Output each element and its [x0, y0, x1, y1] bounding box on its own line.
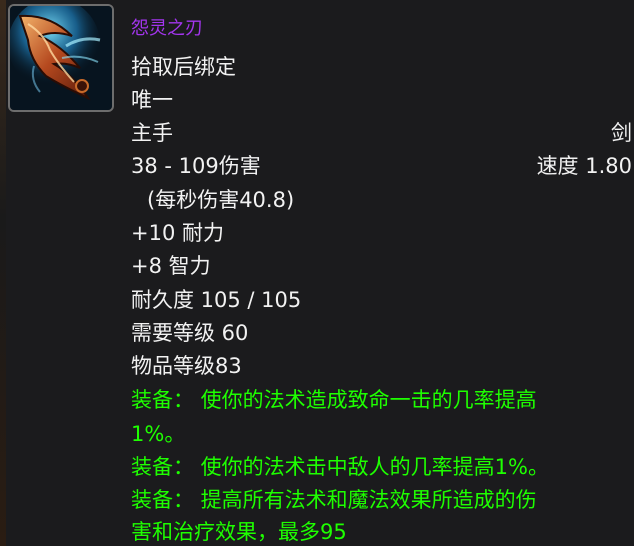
bind-type: 拾取后绑定	[131, 55, 236, 79]
required-level: 需要等级 60	[131, 321, 249, 345]
equip-effect-3-line2: 害和治疗效果，最多95	[131, 520, 347, 544]
item-slot: 主手	[131, 121, 173, 145]
curved-blade-icon	[10, 6, 112, 110]
equip-effect-3-line1: 装备： 提高所有法术和魔法效果所造成的伤	[131, 488, 537, 512]
durability: 耐久度 105 / 105	[131, 288, 302, 312]
item-name: 怨灵之刃	[131, 18, 203, 39]
item-level: 物品等级83	[131, 354, 242, 378]
attack-speed: 速度 1.80	[536, 154, 632, 178]
intellect-stat: +8 智力	[131, 254, 211, 278]
equip-effect-2: 装备： 使你的法术击中敌人的几率提高1%。	[131, 455, 549, 479]
damage-range: 38 - 109伤害	[131, 154, 261, 178]
background-edge	[0, 0, 6, 546]
item-type: 剑	[611, 121, 632, 145]
unique-tag: 唯一	[131, 88, 173, 112]
item-tooltip: 怨灵之刃 拾取后绑定 唯一 主手 剑 38 - 109伤害 速度 1.80 (每…	[131, 0, 634, 546]
item-icon-frame[interactable]	[8, 4, 114, 112]
dps-value: (每秒伤害40.8)	[147, 188, 295, 212]
stamina-stat: +10 耐力	[131, 221, 224, 245]
equip-effect-1-line1: 装备： 使你的法术造成致命一击的几率提高	[131, 388, 537, 412]
equip-effect-1-line2: 1%。	[131, 422, 186, 446]
